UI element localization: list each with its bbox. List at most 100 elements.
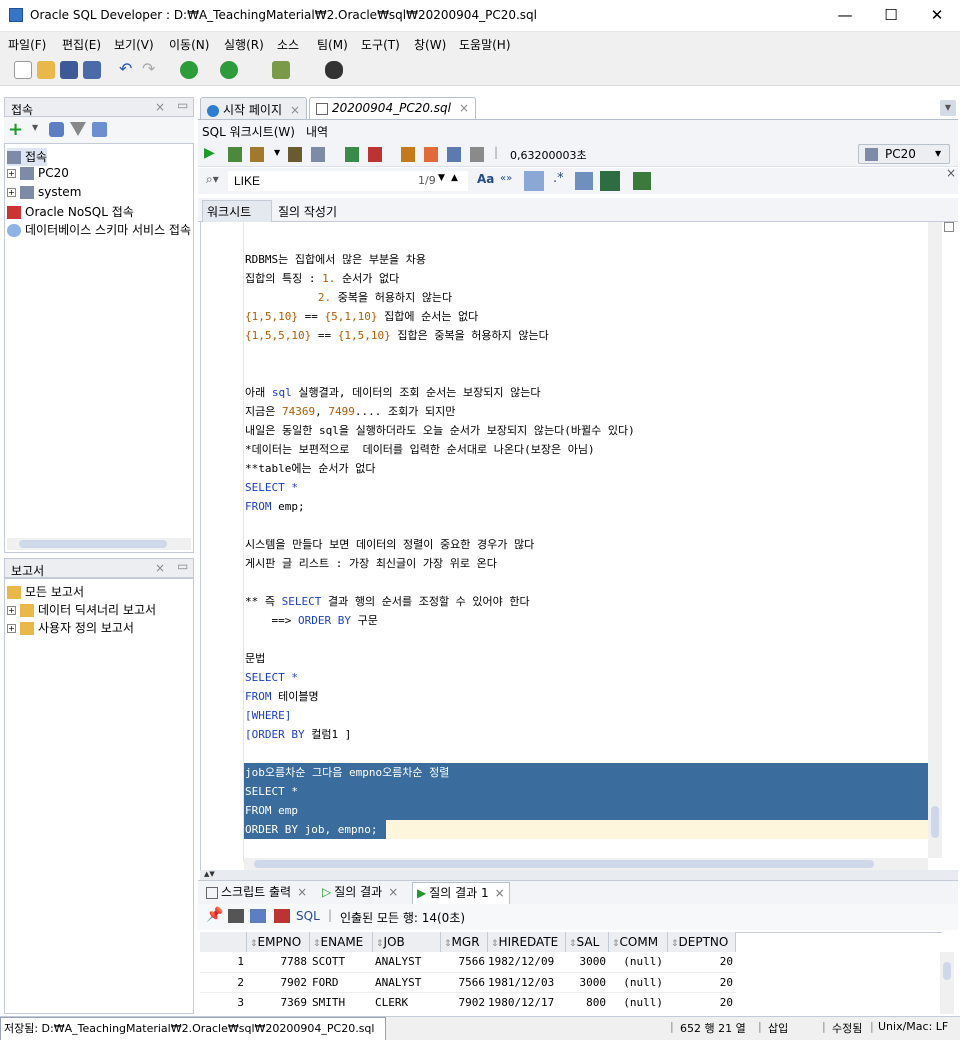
tree-item-system[interactable]: + system [7,185,81,203]
horizontal-scrollbar[interactable] [244,858,928,870]
menu-source[interactable]: 소스 [277,36,299,53]
sql-link[interactable]: SQL [296,909,320,923]
tab-history[interactable]: 내역 [306,123,328,140]
menu-team[interactable]: 팀(M) [317,36,348,53]
splitter[interactable]: ▲▼ [200,870,958,880]
new-icon[interactable] [14,61,32,79]
menu-tools[interactable]: 도구(T) [361,36,400,53]
maximize-button[interactable]: ☐ [868,0,914,31]
run-script-icon[interactable] [228,147,242,162]
save-all-icon[interactable] [83,61,101,79]
expand-icon[interactable]: + [7,606,16,615]
open-folder-icon[interactable] [37,61,55,79]
tab-query-result[interactable]: ▷ 질의 결과 × [318,882,402,904]
table-row[interactable]: 3 7369 SMITH CLERK 7902 1980/12/17 800 (… [200,992,736,1012]
results-vertical-scrollbar[interactable] [940,952,954,1014]
whole-word-button[interactable]: «» [500,173,512,184]
tab-query-builder[interactable]: 질의 작성기 [278,203,337,220]
tree-item-user-reports[interactable]: + 사용자 정의 보고서 [7,619,134,637]
tab-script-output[interactable]: 스크립트 출력 × [202,882,311,904]
expand-icon[interactable]: + [7,188,16,197]
tree-item-all-reports[interactable]: 모든 보고서 [7,583,84,601]
replace-icon[interactable] [600,171,620,191]
rollback-icon[interactable] [368,147,382,162]
scrollbar-thumb[interactable] [931,806,939,838]
clear-icon[interactable] [424,147,438,162]
menu-navigate[interactable]: 이동(N) [169,36,209,53]
menu-edit[interactable]: 편집(E) [62,36,101,53]
tab-worksheet[interactable]: 워크시트 [202,200,272,222]
tab-start-page[interactable]: 시작 페이지 × [200,97,308,119]
wrap-icon[interactable] [575,172,593,190]
menu-file[interactable]: 파일(F) [8,36,46,53]
menu-window[interactable]: 창(W) [414,36,446,53]
close-icon[interactable]: × [290,103,300,117]
schema-browser-icon[interactable] [92,122,107,137]
column-header-sal[interactable]: ⇕SAL [566,932,609,952]
undo-icon[interactable]: ↶ [119,61,137,79]
unshared-sql-icon[interactable] [401,147,415,162]
minimize-panel-icon[interactable]: ▭ [177,559,188,573]
close-button[interactable]: ✕ [914,0,960,31]
table-row[interactable]: 2 7902 FORD ANALYST 7566 1981/12/03 3000… [200,972,736,992]
refresh-icon[interactable] [250,909,266,923]
tree-item-cloud[interactable]: 데이터베이스 스키마 서비스 접속 [7,221,193,239]
expand-icon[interactable]: + [7,624,16,633]
cancel-query-icon[interactable] [274,909,290,923]
column-header-job[interactable]: ⇕JOB [373,932,441,952]
highlight-icon[interactable] [524,171,544,191]
split-editor-icon[interactable] [944,222,954,232]
match-case-button[interactable]: Aa [477,172,494,186]
close-icon[interactable]: × [459,101,469,115]
chevron-down-icon[interactable]: ▼ [274,148,280,157]
chevron-down-icon[interactable]: ▼ [32,123,38,132]
sql-history-icon[interactable] [447,147,461,162]
find-previous-icon[interactable]: ▲ [451,173,458,183]
column-header-empno[interactable]: ⇕EMPNO [247,932,310,952]
menu-run[interactable]: 실행(R) [224,36,264,53]
explain-plan-icon[interactable] [288,147,302,162]
tab-sql-worksheet[interactable]: SQL 워크시트(W) [202,123,295,140]
close-icon[interactable]: × [155,561,165,575]
add-connection-icon[interactable]: + [8,119,23,140]
find-next-icon[interactable]: ▼ [438,173,445,183]
close-icon[interactable]: × [495,886,505,900]
refresh-icon[interactable] [49,122,64,137]
close-icon[interactable]: × [388,885,398,899]
column-header-comm[interactable]: ⇕COMM [609,932,668,952]
vertical-scrollbar[interactable] [928,222,942,858]
tree-item-pc20[interactable]: + PC20 [7,166,69,184]
table-row[interactable]: 1 7788 SCOTT ANALYST 7566 1982/12/09 300… [200,952,736,972]
pin-icon[interactable]: 📌 [206,907,223,923]
scrollbar-thumb[interactable] [254,860,874,868]
scrollbar-thumb[interactable] [19,540,167,548]
column-header-ename[interactable]: ⇕ENAME [310,932,373,952]
search-icon[interactable]: ⌕▾ [206,172,219,187]
column-header-mgr[interactable]: ⇕MGR [441,932,488,952]
commit-icon[interactable] [345,147,359,162]
horizontal-scrollbar[interactable] [7,538,191,550]
tab-list-icon[interactable]: ▼ [940,100,956,116]
minimize-button[interactable]: — [822,0,868,31]
close-icon[interactable]: × [946,166,956,180]
minimize-panel-icon[interactable]: ▭ [177,98,188,112]
close-icon[interactable]: × [297,885,307,899]
sql-monitor-icon[interactable] [272,61,290,79]
regex-icon[interactable]: .* [553,171,564,186]
scrollbar-thumb[interactable] [943,962,951,980]
redo-icon[interactable]: ↷ [142,61,160,79]
tree-root-connections[interactable]: 접속 [7,148,48,166]
forward-icon[interactable] [220,61,238,79]
run-statement-icon[interactable]: ▶ [204,145,215,161]
menu-help[interactable]: 도움말(H) [459,36,511,53]
column-header-deptno[interactable]: ⇕DEPTNO [668,932,736,952]
sql-tuning-icon[interactable] [311,147,325,162]
autotrace-icon[interactable] [250,147,264,162]
expand-icon[interactable]: + [7,169,16,178]
tree-item-dictionary-reports[interactable]: + 데이터 딕셔너리 보고서 [7,601,156,619]
tab-query-result-1[interactable]: ▶ 질의 결과 1 × [412,882,510,904]
filter-icon[interactable] [70,122,86,136]
save-icon[interactable] [60,61,78,79]
format-icon[interactable] [470,147,484,162]
print-icon[interactable] [228,909,244,923]
